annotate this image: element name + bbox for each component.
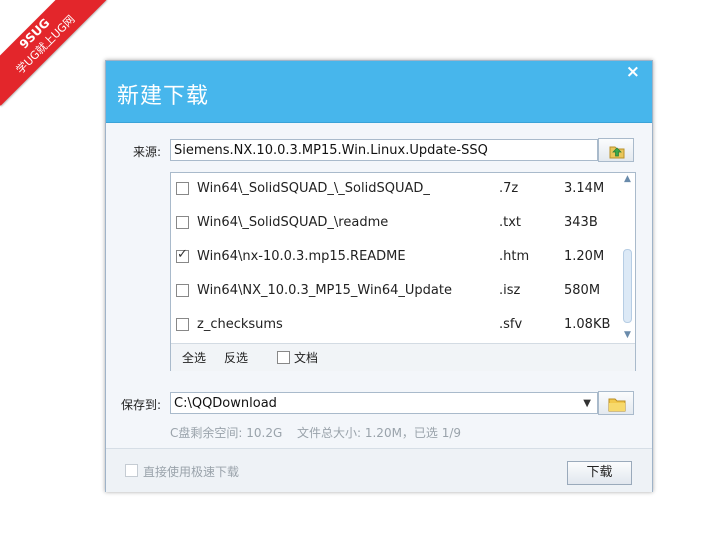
file-checkbox[interactable] [176,182,189,195]
close-icon[interactable]: × [626,62,640,82]
file-rows: Win64\_SolidSQUAD_\_SolidSQUAD_ .7z 3.14M W… [171,173,619,343]
file-size: 343B [564,215,598,230]
watermark-ribbon: 9SUG 学UG就上UG网 [0,0,107,106]
file-name: z_checksums [197,317,283,332]
file-list: Win64\_SolidSQUAD_\_SolidSQUAD_ .7z 3.14M W… [170,172,636,371]
browse-folder-button[interactable] [598,391,634,415]
disk-space-text: C盘剩余空间: 10.2G [170,426,283,440]
file-row[interactable]: Win64\_SolidSQUAD_\readme .txt 343B [171,207,619,241]
file-size: 1.20M [564,249,605,264]
doc-filter-label: 文档 [294,351,319,365]
file-ext: .htm [499,249,530,264]
file-checkbox[interactable] [176,284,189,297]
download-button[interactable]: 下载 [567,461,632,485]
fast-download-label: 直接使用极速下载 [143,465,240,479]
file-row[interactable]: Win64\_SolidSQUAD_\_SolidSQUAD_ .7z 3.14M [171,173,619,207]
file-size: 3.14M [564,181,605,196]
select-all-link[interactable]: 全选 [182,349,206,366]
open-torrent-button[interactable] [598,138,634,162]
file-ext: .sfv [499,317,523,332]
file-name: Win64\_SolidSQUAD_\_SolidSQUAD_ [197,181,430,196]
file-ext: .txt [499,215,522,230]
file-checkbox[interactable] [176,318,189,331]
file-name: Win64\NX_10.0.3_MP15_Win64_Update [197,283,452,298]
file-row[interactable]: z_checksums .sfv 1.08KB [171,309,619,343]
file-size: 580M [564,283,601,298]
file-list-scrollbar[interactable]: ▲ ▼ [621,173,635,343]
scroll-up-icon[interactable]: ▲ [624,174,631,184]
folder-icon [608,398,626,412]
file-name: Win64\_SolidSQUAD_\readme [197,215,389,230]
scroll-down-icon[interactable]: ▼ [624,330,631,340]
file-list-footer: 全选 反选 文档 [171,343,635,371]
fast-download-checkbox[interactable] [125,464,138,477]
file-ext: .7z [499,181,519,196]
save-to-label: 保存到: [121,398,162,412]
file-size: 1.08KB [564,317,611,332]
doc-filter-checkbox[interactable] [277,351,290,364]
file-row[interactable]: Win64\NX_10.0.3_MP15_Win64_Update .isz 580… [171,275,619,309]
dialog-titlebar: 新建下载 × [106,61,652,123]
chevron-down-icon[interactable]: ▼ [583,393,591,415]
file-row[interactable]: Win64\nx-10.0.3.mp15.README .htm 1.20M [171,241,619,275]
save-path-value: C:\QQDownload [174,396,277,411]
new-download-dialog: 新建下载 × 来源: Siemens.NX.10.0.3.MP15.Win.Li… [105,60,653,492]
dialog-bottom-bar: 直接使用极速下载 下载 [106,448,652,492]
file-checkbox[interactable] [176,247,189,263]
file-ext: .isz [499,283,521,298]
dialog-title: 新建下载 [117,84,210,109]
folder-up-icon [609,146,625,159]
selection-summary-text: 文件总大小: 1.20M，已选 1/9 [297,426,462,440]
scrollbar-thumb[interactable] [623,249,632,323]
save-path-input[interactable]: C:\QQDownload ▼ [170,392,598,414]
source-input[interactable]: Siemens.NX.10.0.3.MP15.Win.Linux.Update-… [170,139,598,161]
file-name: Win64\nx-10.0.3.mp15.README [197,249,406,264]
source-label: 来源: [133,145,162,159]
invert-selection-link[interactable]: 反选 [224,349,248,366]
file-checkbox[interactable] [176,216,189,229]
